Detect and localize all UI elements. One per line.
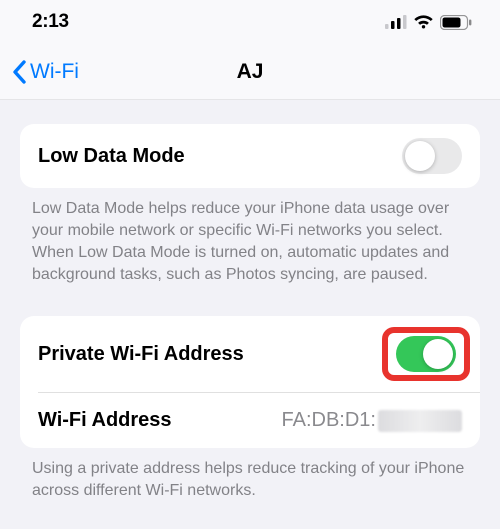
status-bar: 2:13 (0, 0, 500, 44)
toggle-private-wifi-address[interactable] (396, 336, 456, 372)
toggle-low-data-mode[interactable] (402, 138, 462, 174)
row-wifi-address: Wi-Fi Address FA:DB:D1: (38, 392, 480, 448)
row-low-data-mode[interactable]: Low Data Mode (20, 124, 480, 188)
cellular-icon (385, 15, 407, 29)
group-private: Private Wi-Fi Address Wi-Fi Address FA:D… (20, 316, 480, 448)
row-label: Low Data Mode (38, 145, 185, 168)
row-label: Wi-Fi Address (38, 409, 172, 432)
chevron-left-icon (12, 60, 27, 84)
redacted-mask (378, 410, 462, 432)
back-button[interactable]: Wi-Fi (0, 60, 79, 84)
status-time: 2:13 (32, 11, 69, 33)
footer-low-data: Low Data Mode helps reduce your iPhone d… (0, 188, 500, 286)
footer-private: Using a private address helps reduce tra… (0, 448, 500, 502)
battery-icon (440, 15, 472, 30)
nav-bar: Wi-Fi AJ (0, 44, 500, 100)
content: Low Data Mode Low Data Mode helps reduce… (0, 100, 500, 502)
row-label: Private Wi-Fi Address (38, 343, 244, 366)
status-right (385, 15, 472, 30)
wifi-address-value: FA:DB:D1: (282, 409, 462, 432)
back-label: Wi-Fi (30, 60, 79, 84)
wifi-icon (413, 15, 434, 30)
group-low-data: Low Data Mode (20, 124, 480, 188)
row-private-wifi-address[interactable]: Private Wi-Fi Address (20, 316, 480, 392)
